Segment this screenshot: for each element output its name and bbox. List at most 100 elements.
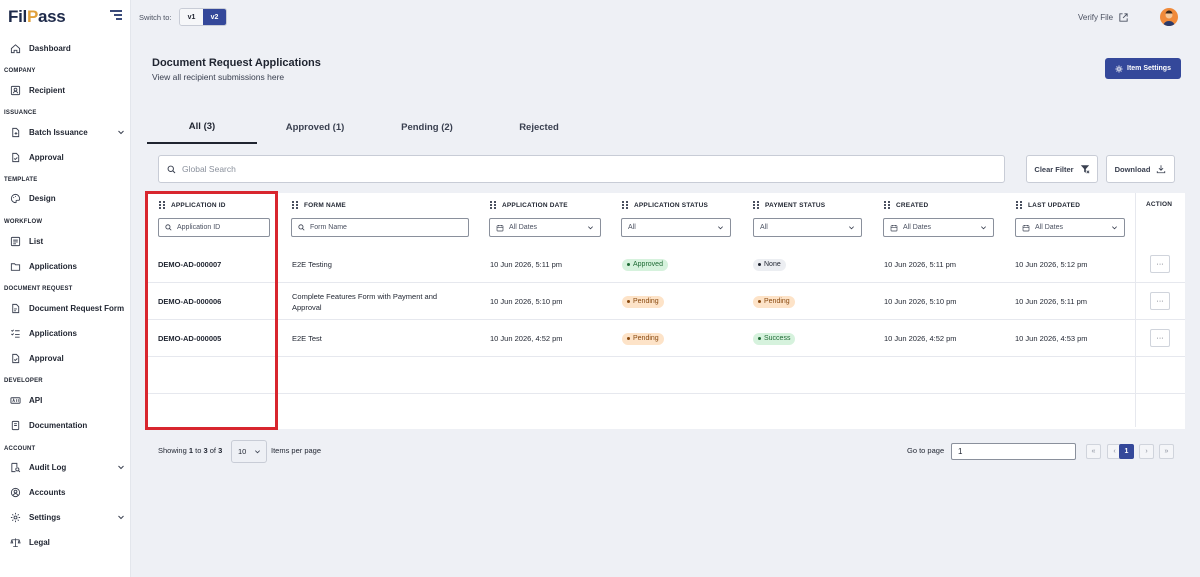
payment-status-cell: Pending [753, 283, 795, 320]
sidebar-item-legal[interactable]: Legal [10, 532, 125, 552]
sidebar-item-design[interactable]: Design [10, 188, 125, 208]
payment-status-cell: Success [753, 320, 796, 357]
application-date-filter-select[interactable]: All Dates [489, 218, 601, 237]
list-icon [10, 236, 21, 246]
column-header-payment-status[interactable]: PAYMENT STATUS [753, 201, 825, 209]
last-page-button[interactable]: » [1159, 444, 1174, 459]
audit-search-icon [11, 462, 21, 472]
payment-status-cell: None [753, 246, 786, 283]
drag-handle-icon[interactable] [1016, 201, 1022, 209]
sidebar-item-api[interactable]: API [10, 390, 125, 410]
column-header-created[interactable]: CREATED [884, 201, 928, 209]
avatar-user-icon [1163, 10, 1175, 26]
application-status-filter-select[interactable]: All [621, 218, 731, 237]
showing-count: Showing 1 to 3 of 3 [158, 446, 223, 455]
row-actions-button[interactable]: ··· [1150, 329, 1170, 347]
status-badge: Pending [622, 295, 664, 308]
section-developer: DEVELOPER [4, 378, 43, 384]
table-row[interactable]: DEMO-AD-000005 E2E Test 10 Jun 2026, 4:5… [147, 320, 1185, 357]
sidebar-item-settings[interactable]: Settings [10, 507, 125, 527]
document-check-icon [12, 152, 20, 162]
gear-icon [10, 512, 21, 522]
avatar[interactable] [1160, 8, 1178, 26]
verify-file-link[interactable]: Verify File [1078, 12, 1129, 23]
go-to-page-input[interactable]: 1 [951, 443, 1076, 460]
application-id-column-highlight [145, 191, 278, 430]
sidebar-item-documentation[interactable]: Documentation [10, 415, 125, 435]
clear-filter-button[interactable]: Clear Filter [1026, 155, 1098, 183]
tab-pending[interactable]: Pending (2) [371, 110, 483, 144]
status-badge: Pending [753, 295, 795, 308]
calendar-icon [890, 224, 898, 231]
empty-table-row [147, 357, 1185, 394]
document-add-icon [12, 127, 20, 137]
created-cell: 10 Jun 2026, 5:11 pm [884, 260, 956, 269]
download-button[interactable]: Download [1106, 155, 1175, 183]
status-tabs: All (3) Approved (1) Pending (2) Rejecte… [147, 110, 1185, 144]
first-page-button[interactable]: « [1086, 444, 1101, 459]
form-name-filter-input[interactable]: Form Name [291, 218, 469, 237]
drag-handle-icon[interactable] [884, 201, 890, 209]
next-page-button[interactable]: › [1139, 444, 1154, 459]
sidebar-item-applications-docreq[interactable]: Applications [10, 323, 125, 343]
table-row[interactable]: DEMO-AD-000007 E2E Testing 10 Jun 2026, … [147, 246, 1185, 283]
sidebar-item-dashboard[interactable]: Dashboard [10, 38, 125, 58]
user-circle-icon [10, 487, 21, 497]
chevron-down-icon [118, 465, 124, 470]
menu-toggle-icon[interactable] [110, 10, 122, 20]
last-updated-cell: 10 Jun 2026, 5:12 pm [1015, 260, 1088, 269]
calendar-icon [1022, 224, 1030, 231]
sidebar-item-batch-issuance[interactable]: Batch Issuance [10, 122, 125, 142]
page-subtitle: View all recipient submissions here [152, 72, 285, 82]
drag-handle-icon[interactable] [622, 201, 628, 209]
page-1-button[interactable]: 1 [1119, 444, 1134, 459]
sidebar-item-applications-workflow[interactable]: Applications [10, 256, 125, 276]
section-template: TEMPLATE [4, 177, 38, 183]
drag-handle-icon[interactable] [490, 201, 496, 209]
sidebar-item-document-request-form[interactable]: Document Request Form [10, 298, 125, 318]
filpass-logo[interactable]: FilPass [8, 7, 66, 27]
item-settings-button[interactable]: Item Settings [1105, 58, 1181, 79]
sidebar-item-accounts[interactable]: Accounts [10, 482, 125, 502]
applications-table-card: Global Search Clear Filter Download APPL… [147, 145, 1185, 475]
version-v1-button[interactable]: v1 [180, 9, 203, 25]
items-per-page-select[interactable]: 10 [231, 440, 267, 463]
form-edit-icon [12, 303, 20, 313]
drag-handle-icon[interactable] [292, 201, 298, 209]
row-actions-button[interactable]: ··· [1150, 255, 1170, 273]
global-search-input[interactable]: Global Search [158, 155, 1005, 183]
scales-icon [10, 537, 21, 547]
sidebar-item-list[interactable]: List [10, 231, 125, 251]
section-company: COMPANY [4, 68, 36, 74]
column-header-application-status[interactable]: APPLICATION STATUS [622, 201, 708, 209]
section-account: ACCOUNT [4, 446, 36, 452]
application-status-cell: Pending [622, 283, 664, 320]
row-actions-button[interactable]: ··· [1150, 292, 1170, 310]
filter-bar: Global Search Clear Filter Download [147, 145, 1185, 193]
table-row[interactable]: DEMO-AD-000006 Complete Features Form wi… [147, 283, 1185, 320]
created-cell: 10 Jun 2026, 5:10 pm [884, 297, 957, 306]
gear-icon [1115, 65, 1123, 72]
chevron-down-icon [1112, 226, 1117, 230]
form-name-cell: E2E Testing [292, 260, 332, 269]
sidebar-item-approval-docreq[interactable]: Approval [10, 348, 125, 368]
tab-approved[interactable]: Approved (1) [259, 110, 371, 144]
sidebar-item-recipient[interactable]: Recipient [10, 80, 125, 100]
column-header-last-updated[interactable]: LAST UPDATED [1016, 201, 1080, 209]
last-updated-filter-select[interactable]: All Dates [1015, 218, 1125, 237]
download-icon [1157, 165, 1166, 174]
created-filter-select[interactable]: All Dates [883, 218, 994, 237]
payment-status-filter-select[interactable]: All [753, 218, 862, 237]
chevron-down-icon [718, 226, 723, 230]
column-header-application-date[interactable]: APPLICATION DATE [490, 201, 568, 209]
tab-rejected[interactable]: Rejected [483, 110, 595, 144]
column-header-form-name[interactable]: FORM NAME [292, 201, 346, 209]
sidebar-item-approval-issuance[interactable]: Approval [10, 147, 125, 167]
version-v2-button[interactable]: v2 [203, 9, 226, 25]
drag-handle-icon[interactable] [753, 201, 759, 209]
sidebar-item-audit-log[interactable]: Audit Log [10, 457, 125, 477]
created-cell: 10 Jun 2026, 4:52 pm [884, 334, 957, 343]
section-workflow: WORKFLOW [4, 219, 43, 225]
tab-all[interactable]: All (3) [147, 110, 257, 144]
palette-icon [10, 193, 21, 203]
